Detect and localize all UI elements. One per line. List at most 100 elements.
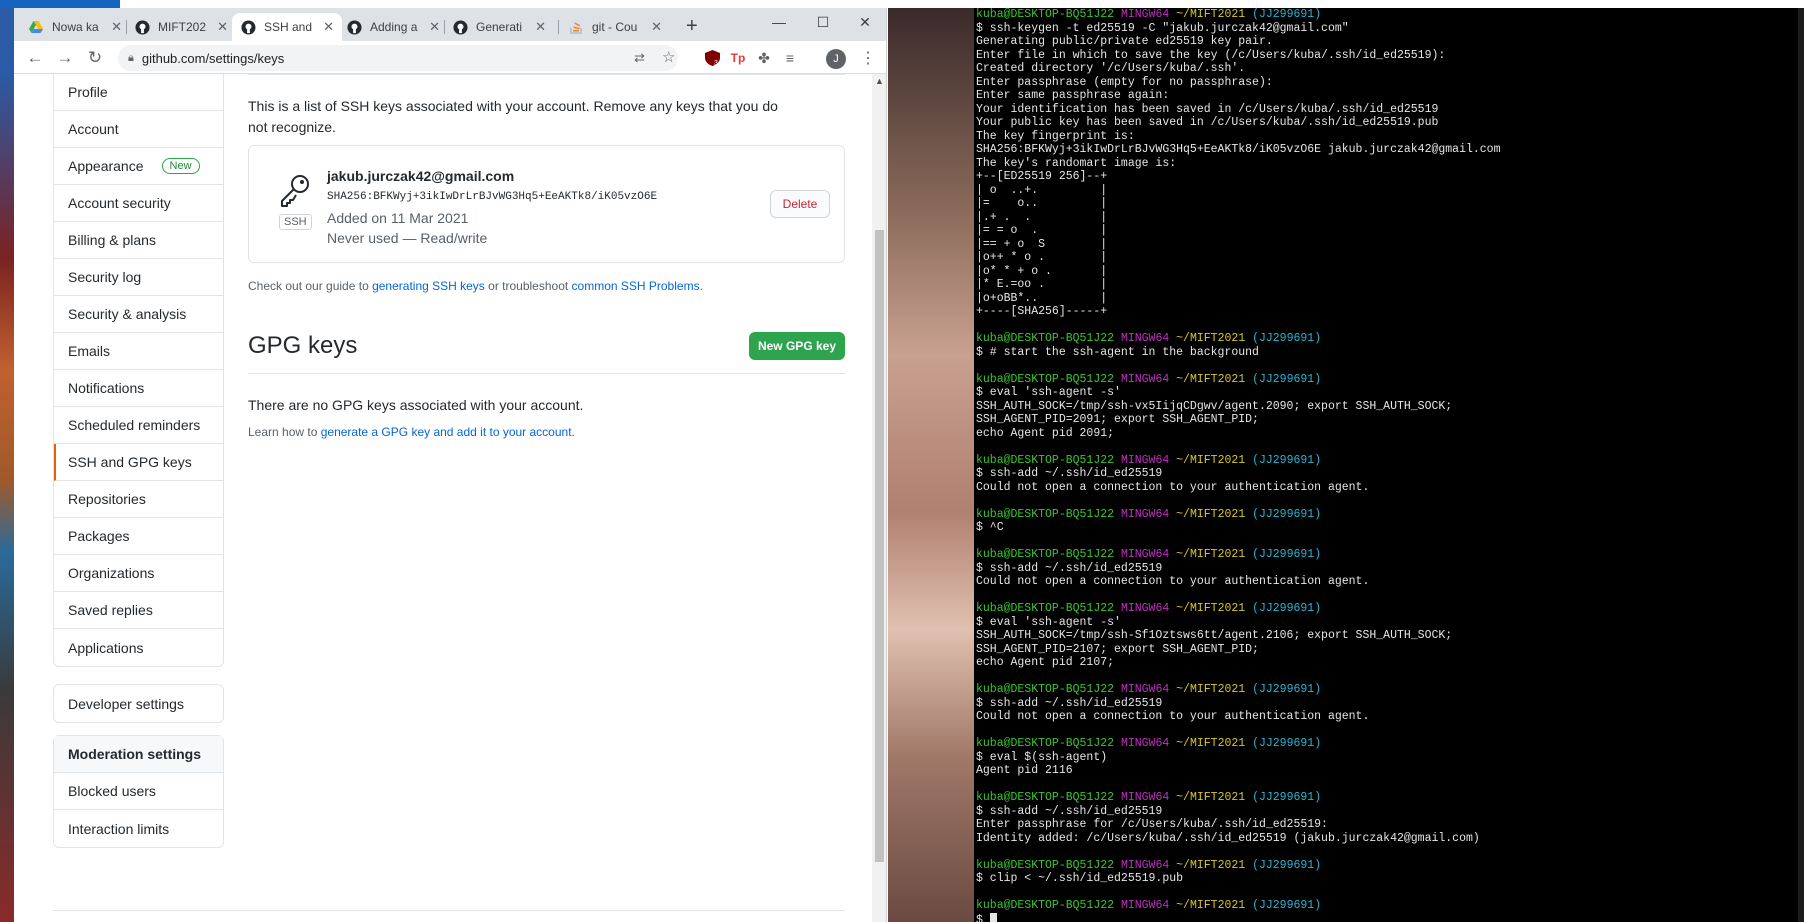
url-text: github.com/settings/keys (141, 50, 285, 66)
terminal-line: |.+ . . | (976, 210, 1108, 224)
prompt-path: ~/MIFT2021 (1176, 602, 1246, 615)
close-icon[interactable]: ✕ (323, 19, 334, 35)
sidebar-item-ssh-gpg-keys[interactable]: SSH and GPG keys (54, 444, 223, 481)
terminal-line: |* E.=oo . | (976, 278, 1108, 291)
close-icon[interactable]: ✕ (217, 19, 228, 35)
translate-icon[interactable]: ⇄ (634, 50, 645, 66)
terminal-line: Created directory '/c/Users/kuba/.ssh'. (976, 62, 1246, 75)
tab-title: git - Cou (592, 20, 638, 34)
close-icon[interactable]: ✕ (111, 19, 122, 35)
bookmark-star-icon[interactable]: ☆ (662, 48, 675, 66)
ublock-extension-icon[interactable]: 3 (704, 50, 720, 66)
prompt-user: kuba@DESKTOP-BQ51J22 (976, 858, 1115, 872)
sidebar-item-label: Appearance (68, 158, 144, 174)
close-icon[interactable]: ✕ (535, 19, 546, 35)
kebab-menu-icon[interactable]: ⋮ (860, 48, 876, 68)
prompt-host: MINGW64 (1120, 602, 1170, 615)
prompt-user: kuba@DESKTOP-BQ51J22 (976, 683, 1115, 696)
sidebar-item-account[interactable]: Account (54, 111, 223, 148)
sidebar-item-account-security[interactable]: Account security (54, 185, 223, 222)
sidebar-item-developer-settings[interactable]: Developer settings (54, 685, 223, 722)
sidebar-item-repositories[interactable]: Repositories (54, 481, 223, 518)
sidebar-item-saved-replies[interactable]: Saved replies (54, 592, 223, 629)
sidebar-item-blocked-users[interactable]: Blocked users (54, 773, 223, 810)
close-icon[interactable]: ✕ (651, 19, 662, 35)
new-gpg-key-button[interactable]: New GPG key (749, 332, 845, 360)
close-window-icon[interactable]: ✕ (843, 8, 886, 36)
sidebar-item-billing[interactable]: Billing & plans (54, 222, 223, 259)
terminal-line: +----[SHA256]-----+ (976, 305, 1108, 318)
address-bar[interactable]: 🔒︎ github.com/settings/keys (118, 45, 678, 71)
generate-gpg-key-link[interactable]: generate a GPG key and add it to your ac… (321, 425, 572, 439)
terminal-cursor (989, 912, 997, 922)
puzzle-extensions-icon[interactable]: ✤ (756, 50, 772, 66)
prompt-user: kuba@DESKTOP-BQ51J22 (976, 332, 1115, 345)
prompt-path: ~/MIFT2021 (1176, 683, 1246, 696)
tab-stackoverflow[interactable]: git - Cou ✕ (560, 13, 670, 41)
ssh-key-item: SSH jakub.jurczak42@gmail.com SHA256:BFK… (248, 145, 845, 263)
developer-settings-box: Developer settings (53, 684, 224, 723)
prompt-host: MINGW64 (1120, 683, 1170, 696)
new-tab-button[interactable]: + (686, 15, 698, 38)
terminal-line: |o+oBB*.. | (976, 291, 1108, 305)
media-queue-icon[interactable]: ≡ (782, 50, 798, 66)
reload-icon[interactable]: ↻ (84, 47, 106, 69)
profile-avatar[interactable]: J (826, 49, 846, 69)
close-icon[interactable]: ✕ (429, 19, 440, 35)
sidebar-item-notifications[interactable]: Notifications (54, 370, 223, 407)
back-icon[interactable]: ← (24, 47, 46, 69)
minimize-icon[interactable]: — (757, 8, 801, 36)
terminal-prompt: kuba@DESKTOP-BQ51J22 MINGW64 ~/MIFT2021 … (976, 683, 1501, 697)
common-ssh-problems-link[interactable]: common SSH Problems (572, 279, 700, 293)
scroll-thumb[interactable] (875, 230, 884, 862)
tab-adding[interactable]: Adding a ✕ (338, 13, 448, 41)
sidebar-item-label: Account security (68, 195, 171, 211)
terminal-prompt: kuba@DESKTOP-BQ51J22 MINGW64 ~/MIFT2021 … (976, 508, 1501, 522)
terminal-line: Agent pid 2116 (976, 764, 1073, 777)
tab-mift2021[interactable]: MIFT202 ✕ (126, 13, 236, 41)
prompt-user: kuba@DESKTOP-BQ51J22 (976, 507, 1115, 521)
terminal-prompt: kuba@DESKTOP-BQ51J22 MINGW64 ~/MIFT2021 … (976, 373, 1501, 387)
sidebar-item-interaction-limits[interactable]: Interaction limits (54, 810, 223, 847)
terminal-line: Enter same passphrase again: (976, 89, 1170, 102)
sidebar-item-packages[interactable]: Packages (54, 518, 223, 555)
sidebar-item-security-log[interactable]: Security log (54, 259, 223, 296)
maximize-icon[interactable]: ☐ (801, 8, 845, 36)
guide-middle: or troubleshoot (484, 279, 572, 293)
scroll-up-arrow-icon[interactable]: ▲ (875, 76, 884, 86)
terminal-line: Enter passphrase for /c/Users/kuba/.ssh/… (976, 818, 1328, 831)
tab-nowa-karta[interactable]: Nowa ka ✕ (20, 13, 130, 41)
sidebar-item-appearance[interactable]: Appearance New (54, 148, 223, 185)
tp-extension-icon[interactable]: Tp (730, 50, 746, 66)
prompt-user: kuba@DESKTOP-BQ51J22 (976, 8, 1115, 21)
terminal-line: Could not open a connection to your auth… (976, 480, 1370, 494)
sidebar-item-organizations[interactable]: Organizations (54, 555, 223, 592)
prompt-user: kuba@DESKTOP-BQ51J22 (976, 602, 1115, 615)
sidebar-item-emails[interactable]: Emails (54, 333, 223, 370)
terminal-line: Your identification has been saved in /c… (976, 102, 1439, 116)
sidebar-item-applications[interactable]: Applications (54, 629, 223, 666)
tab-ssh-keys[interactable]: SSH and ✕ (232, 13, 342, 41)
sidebar-item-profile[interactable]: Profile (54, 74, 223, 111)
terminal-window[interactable]: kuba@DESKTOP-BQ51J22 MINGW64 ~/MIFT2021 … (974, 8, 1804, 922)
github-icon (452, 19, 468, 35)
sidebar-item-security-analysis[interactable]: Security & analysis (54, 296, 223, 333)
terminal-prompt: kuba@DESKTOP-BQ51J22 MINGW64 ~/MIFT2021 … (976, 602, 1501, 616)
page-scrollbar[interactable]: ▲ (872, 74, 886, 922)
terminal-line: Enter file in which to save the key (/c/… (976, 48, 1446, 62)
key-usage: Never used — Read/write (327, 230, 488, 246)
desktop-background (0, 0, 14, 922)
generating-ssh-keys-link[interactable]: generating SSH keys (372, 279, 485, 293)
delete-key-button[interactable]: Delete (770, 190, 830, 218)
sidebar-item-scheduled-reminders[interactable]: Scheduled reminders (54, 407, 223, 444)
ssh-description: This is a list of SSH keys associated wi… (248, 98, 778, 135)
terminal-input-line: $ (976, 912, 1501, 922)
sidebar-item-label: Interaction limits (68, 820, 170, 837)
forward-icon[interactable]: → (54, 47, 76, 69)
tab-generating[interactable]: Generati ✕ (444, 13, 554, 41)
terminal-line: $ eval 'ssh-agent -s' (976, 386, 1121, 399)
tab-title: Adding a (370, 20, 418, 34)
terminal-scrollbar[interactable] (1798, 8, 1804, 922)
